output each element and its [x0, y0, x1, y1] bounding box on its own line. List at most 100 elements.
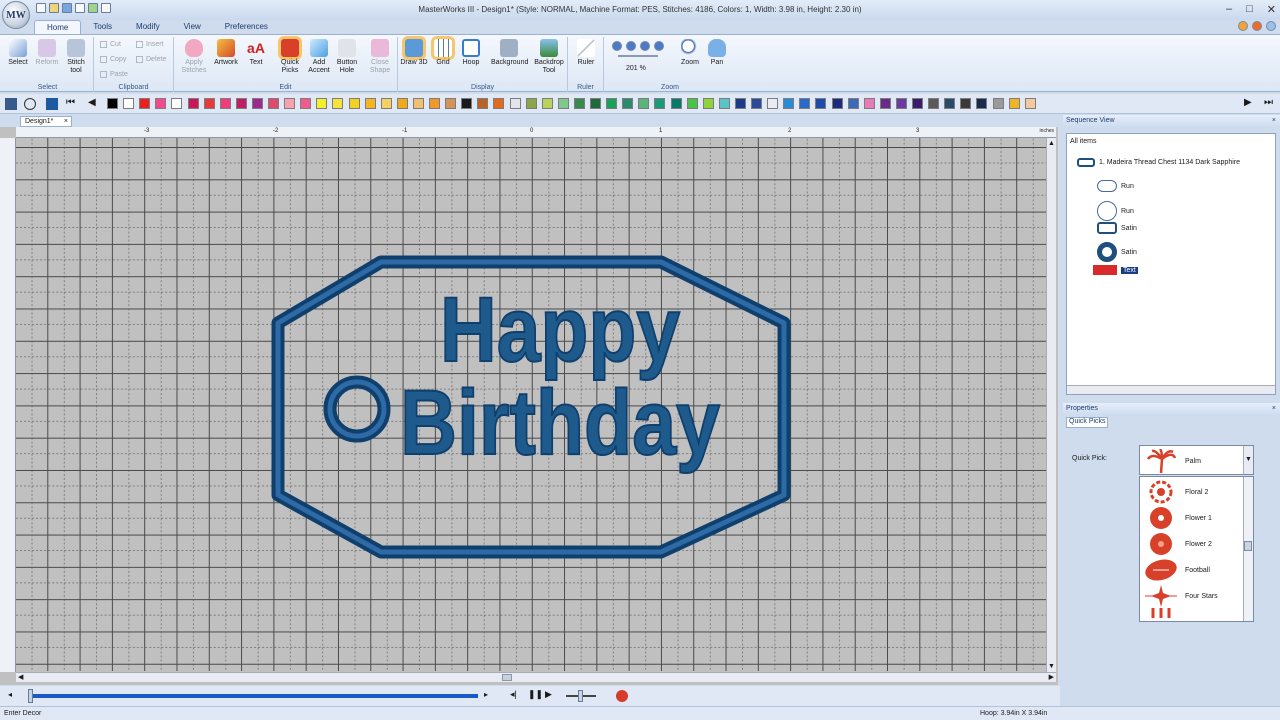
about-icon[interactable]	[1266, 21, 1276, 31]
color-swatch[interactable]	[831, 98, 843, 109]
play-back-icon[interactable]: ◂	[8, 690, 12, 699]
seq-item-selected[interactable]: Text	[1093, 265, 1138, 275]
reform-button[interactable]: Reform	[33, 39, 61, 67]
delete-button[interactable]: Delete	[136, 56, 166, 63]
color-swatch[interactable]	[541, 98, 553, 109]
backdrop-tool-button[interactable]: Backdrop Tool	[532, 39, 566, 75]
zoom-out-icon[interactable]	[626, 41, 636, 51]
color-swatch[interactable]	[123, 98, 135, 109]
thread-search-icon[interactable]	[24, 98, 36, 110]
color-swatch[interactable]	[944, 98, 956, 109]
info-icon[interactable]	[1252, 21, 1262, 31]
all-items-node[interactable]: All items	[1070, 138, 1096, 145]
color-swatch[interactable]	[412, 98, 424, 109]
color-swatch[interactable]	[380, 98, 392, 109]
color-swatch[interactable]	[702, 98, 714, 109]
grid-button[interactable]: Grid	[429, 39, 457, 67]
apply-stitches-button[interactable]: Apply Stitches	[180, 39, 208, 75]
stitch-progress-bar[interactable]	[28, 694, 478, 698]
hoop-button[interactable]: Hoop	[457, 39, 485, 67]
list-item[interactable]: Football	[1143, 557, 1243, 583]
undo-icon[interactable]	[88, 3, 98, 13]
color-swatch[interactable]	[509, 98, 521, 109]
color-swatch[interactable]	[235, 98, 247, 109]
seq-item[interactable]: Satin	[1097, 222, 1137, 234]
color-swatch[interactable]	[1008, 98, 1020, 109]
cut-button[interactable]: Cut	[100, 41, 121, 48]
redo-icon[interactable]	[101, 3, 111, 13]
color-swatch[interactable]	[139, 98, 151, 109]
tab-modify[interactable]: Modify	[124, 20, 172, 34]
chevron-down-icon[interactable]: ▼	[1243, 446, 1253, 474]
color-swatch[interactable]	[815, 98, 827, 109]
tab-tools[interactable]: Tools	[81, 20, 124, 34]
color-swatch[interactable]	[573, 98, 585, 109]
list-scroll-thumb[interactable]	[1244, 541, 1252, 551]
sequence-hscrollbar[interactable]	[1067, 385, 1275, 394]
close-icon[interactable]: ✕	[1267, 3, 1276, 16]
new-icon[interactable]	[36, 3, 46, 13]
quick-picks-button[interactable]: Quick Picks	[276, 39, 304, 75]
tab-view[interactable]: View	[172, 20, 213, 34]
seq-item[interactable]: Run	[1097, 180, 1134, 192]
open-icon[interactable]	[49, 3, 59, 13]
list-item[interactable]: Flower 1	[1143, 505, 1243, 531]
seq-item[interactable]: Satin	[1097, 242, 1137, 262]
color-swatch[interactable]	[364, 98, 376, 109]
zoom-button[interactable]: Zoom	[676, 39, 704, 67]
first-color-icon[interactable]: ⏮	[66, 97, 75, 108]
seq-item[interactable]: Run	[1097, 201, 1134, 221]
color-swatch[interactable]	[879, 98, 891, 109]
zoom-slider[interactable]	[618, 55, 658, 57]
horizontal-scrollbar[interactable]: ◀ ▶	[16, 672, 1056, 682]
grid-view-icon[interactable]	[5, 98, 17, 110]
color-swatch[interactable]	[654, 98, 666, 109]
color-swatch[interactable]	[912, 98, 923, 109]
color-swatch[interactable]	[316, 98, 328, 109]
color-swatch[interactable]	[895, 98, 907, 109]
list-item[interactable]: Flower 2	[1143, 531, 1243, 557]
step-back-icon[interactable]: ◂|	[510, 689, 517, 700]
color-swatch[interactable]	[734, 98, 746, 109]
draw-3d-button[interactable]: Draw 3D	[400, 39, 428, 67]
color-swatch[interactable]	[590, 98, 601, 109]
color-swatch[interactable]	[219, 98, 231, 109]
color-swatch[interactable]	[396, 98, 408, 109]
document-tab[interactable]: Design1* ×	[20, 116, 72, 127]
background-button[interactable]: Background	[491, 39, 528, 67]
scroll-right-icon[interactable]: ▶	[1049, 673, 1054, 681]
zoom-actual-icon[interactable]	[654, 41, 664, 51]
color-swatch[interactable]	[928, 98, 940, 109]
pan-button[interactable]: Pan	[703, 39, 731, 67]
zoom-in-icon[interactable]	[612, 41, 622, 51]
color-swatch[interactable]	[606, 98, 618, 109]
button-hole-button[interactable]: Button Hole	[333, 39, 361, 75]
last-color-icon[interactable]: ⏭	[1264, 97, 1273, 108]
artwork-button[interactable]: Artwork	[212, 39, 240, 67]
color-swatch[interactable]	[751, 98, 762, 109]
color-swatch[interactable]	[783, 98, 795, 109]
insert-button[interactable]: Insert	[136, 41, 164, 48]
color-swatch[interactable]	[203, 98, 215, 109]
color-swatch[interactable]	[268, 98, 279, 109]
stop-icon[interactable]	[616, 690, 628, 702]
color-swatch[interactable]	[155, 98, 167, 109]
color-swatch[interactable]	[1024, 98, 1036, 109]
next-color-icon[interactable]: ▶	[1244, 97, 1252, 108]
list-item[interactable]: Floral 2	[1143, 479, 1243, 505]
list-item[interactable]: Four Stars	[1143, 583, 1243, 609]
minimize-icon[interactable]: –	[1226, 3, 1232, 16]
color-swatch[interactable]	[686, 98, 698, 109]
color-swatch[interactable]	[332, 98, 344, 109]
color-swatch[interactable]	[348, 98, 360, 109]
play-icon[interactable]: ▶	[545, 689, 552, 700]
color-swatch[interactable]	[718, 98, 730, 109]
prev-color-icon[interactable]: ◀	[88, 97, 96, 108]
scroll-down-icon[interactable]: ▼	[1048, 663, 1055, 670]
close-shape-button[interactable]: Close Shape	[366, 39, 394, 75]
color-swatch[interactable]	[445, 98, 457, 109]
add-accent-button[interactable]: Add Accent	[305, 39, 333, 75]
color-swatch[interactable]	[107, 98, 118, 109]
vertical-scrollbar[interactable]: ▲ ▼	[1046, 138, 1056, 672]
color-swatch[interactable]	[461, 98, 473, 109]
